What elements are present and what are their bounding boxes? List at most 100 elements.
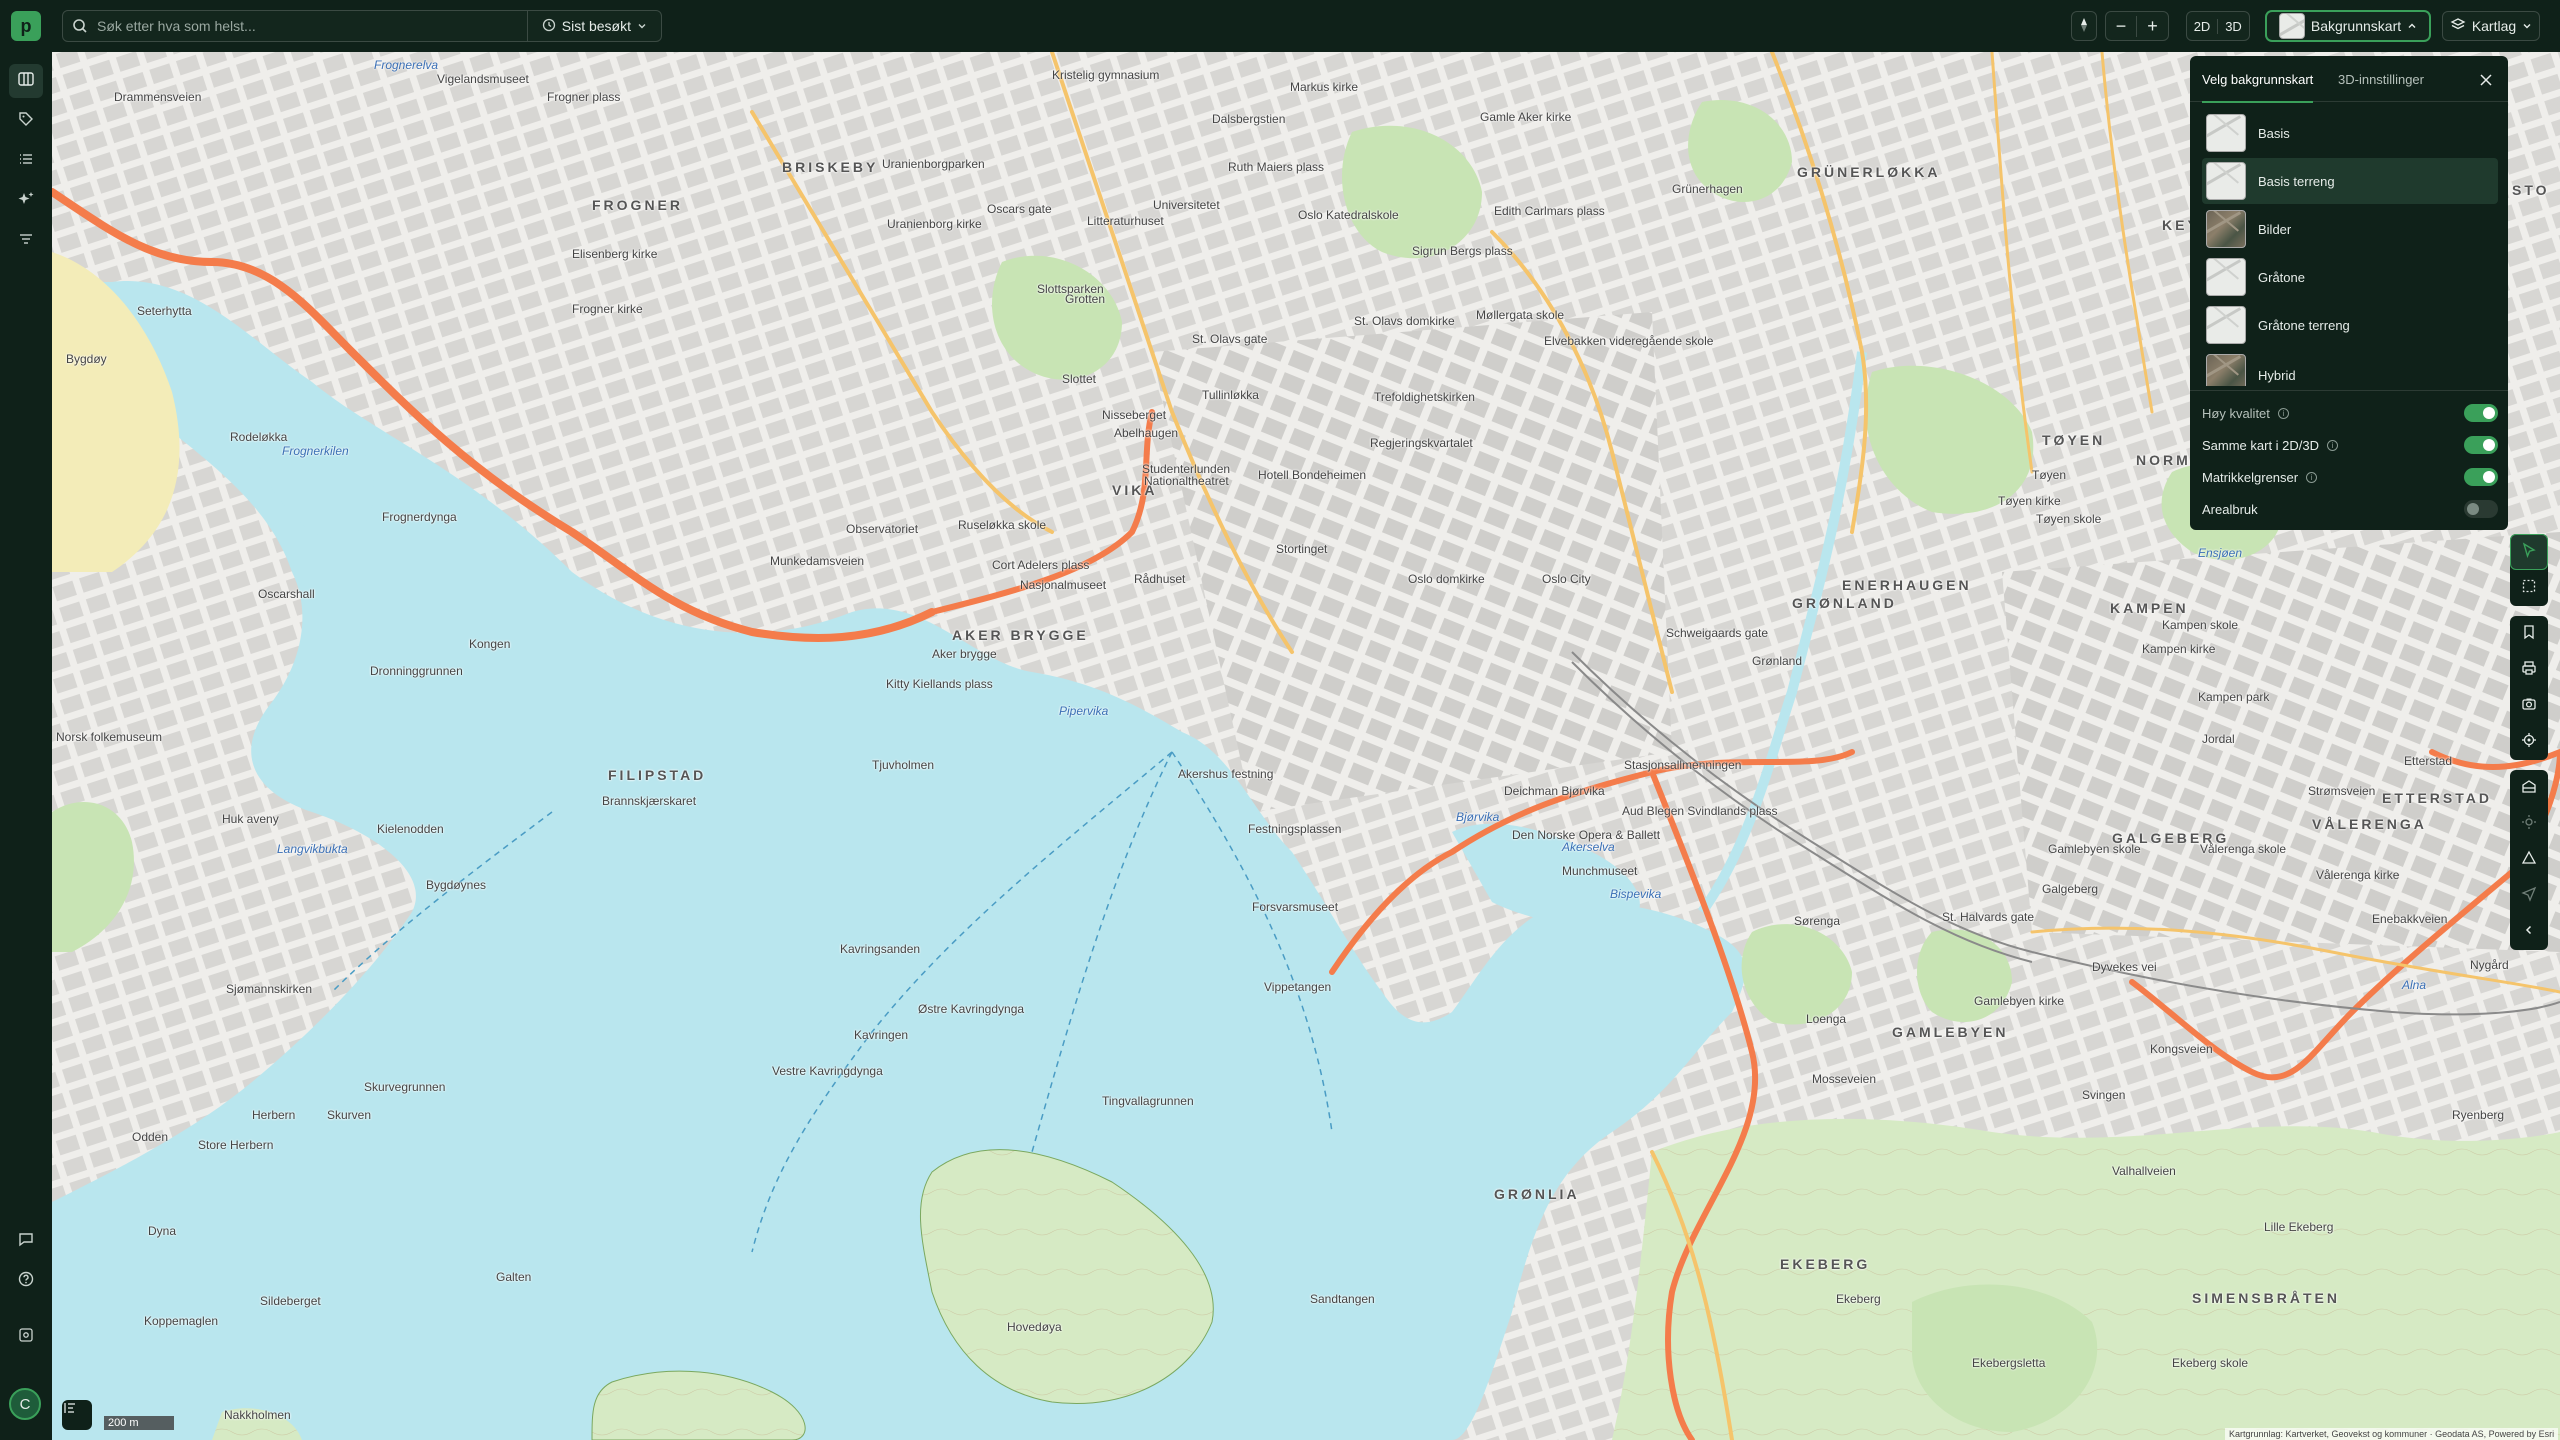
zoom-out-button[interactable]: − [2106, 15, 2138, 37]
place-label: Observatoriet [846, 522, 919, 536]
place-label: St. Olavs domkirke [1354, 314, 1455, 328]
print-button[interactable] [2510, 652, 2548, 688]
toggle-row-land-use: Arealbruk [2202, 495, 2498, 523]
cadastral-switch[interactable] [2464, 468, 2498, 486]
sidebar-tags-button[interactable] [9, 104, 43, 138]
tab-3d-settings[interactable]: 3D-innstillinger [2338, 72, 2424, 87]
place-label: Abelhaugen [1114, 426, 1179, 440]
building-tool-button[interactable] [2510, 770, 2548, 806]
sidebar-chat-button[interactable] [9, 1224, 43, 1258]
place-label: Lille Ekeberg [2264, 1220, 2334, 1234]
sun-tool-button[interactable] [2510, 806, 2548, 842]
sidebar-filter-button[interactable] [9, 224, 43, 258]
background-option-gratone-terreng[interactable]: Gråtone terreng [2202, 302, 2498, 348]
chevron-up-icon [2407, 18, 2417, 34]
filter-icon [17, 230, 35, 253]
district-label: ENERHAUGEN [1842, 577, 1972, 593]
my-location-button[interactable] [2510, 724, 2548, 760]
place-label: Gamle Aker kirke [1480, 110, 1572, 124]
place-label: Kristelig gymnasium [1052, 68, 1160, 82]
map-thumbnail [2206, 162, 2246, 200]
place-label: Vigelandsmuseet [437, 72, 529, 86]
place-label: Frogner kirke [572, 302, 643, 316]
place-label: Universitetet [1153, 198, 1220, 212]
chat-icon [17, 1230, 35, 1253]
search-icon [63, 18, 97, 34]
place-label: Østre Kavringdynga [918, 1002, 1025, 1016]
search-bar[interactable]: Sist besøkt [62, 10, 662, 42]
place-label: Norsk folkemuseum [56, 730, 163, 744]
sun-icon [2521, 814, 2537, 835]
place-label: Markus kirke [1290, 80, 1359, 94]
place-label: Drammensveien [114, 90, 202, 104]
view-3d-button[interactable]: 3D [2218, 19, 2249, 34]
zoom-in-button[interactable]: + [2137, 16, 2168, 37]
place-label: Vålerenga kirke [2316, 868, 2400, 882]
chevron-down-icon [637, 18, 647, 34]
screenshot-button[interactable] [2510, 688, 2548, 724]
search-input[interactable] [97, 11, 527, 41]
district-label: STO [2512, 182, 2550, 198]
background-option-gratone[interactable]: Gråtone [2202, 254, 2498, 300]
place-label: Nasjonalmuseet [1020, 578, 1107, 592]
collapse-tools-button[interactable] [2510, 914, 2548, 950]
map-legend-button[interactable] [62, 1400, 92, 1430]
location-target-icon [2521, 732, 2537, 753]
place-label: Skurvegrunnen [364, 1080, 446, 1094]
layers-icon [2450, 17, 2466, 36]
left-sidebar: C [0, 52, 52, 1440]
select-tool-button[interactable] [2510, 534, 2548, 570]
bookmark-button[interactable] [2510, 616, 2548, 652]
place-label: Frognerkilen [282, 444, 349, 458]
land-use-switch[interactable] [2464, 500, 2498, 518]
background-option-basis-terreng[interactable]: Basis terreng [2202, 158, 2498, 204]
district-label: NORM [2136, 452, 2191, 468]
bookmark-icon [2521, 624, 2537, 645]
compass-button[interactable] [2071, 11, 2097, 41]
sidebar-settings-button[interactable] [9, 1320, 43, 1354]
district-label: GRÜNERLØKKA [1797, 164, 1941, 180]
sidebar-list-button[interactable] [9, 144, 43, 178]
measure-tool-button[interactable] [2510, 842, 2548, 878]
recent-visited-dropdown[interactable]: Sist besøkt [526, 11, 661, 41]
info-icon[interactable]: i [2277, 407, 2289, 419]
place-label: Odden [132, 1130, 169, 1144]
district-label: GRØNLIA [1494, 1186, 1580, 1202]
same-map-switch[interactable] [2464, 436, 2498, 454]
selection-box-icon [2521, 578, 2537, 599]
place-label: Elvebakken videregående skole [1544, 334, 1714, 348]
close-icon[interactable] [2476, 70, 2496, 90]
high-quality-switch[interactable] [2464, 404, 2498, 422]
district-label: FILIPSTAD [608, 767, 707, 783]
panel-tabs: Velg bakgrunnskart 3D-innstillinger [2190, 56, 2508, 103]
place-label: Grotten [1065, 292, 1106, 306]
view-2d-button[interactable]: 2D [2187, 18, 2219, 34]
background-option-basis[interactable]: Basis [2202, 110, 2498, 156]
place-label: Festningsplassen [1248, 822, 1342, 836]
info-icon[interactable]: i [2327, 439, 2339, 451]
info-icon[interactable]: i [2306, 471, 2318, 483]
map-thumbnail [2206, 306, 2246, 344]
background-map-button[interactable]: Bakgrunnskart [2266, 11, 2430, 41]
area-select-tool-button[interactable] [2510, 570, 2548, 606]
place-label: Frogner plass [547, 90, 621, 104]
place-label: Kitty Kiellands plass [886, 677, 993, 691]
sidebar-help-button[interactable] [9, 1264, 43, 1298]
app-logo[interactable]: p [11, 11, 41, 41]
sidebar-map-panel-button[interactable] [9, 64, 43, 98]
background-option-hybrid[interactable]: Hybrid [2202, 350, 2498, 386]
place-label: Vestre Kavringdynga [772, 1064, 883, 1078]
map-thumbnail [2206, 114, 2246, 152]
sidebar-ai-button[interactable] [9, 184, 43, 218]
map-canvas[interactable]: FROGNER BRISKEBY GRÜNERLØKKA VIKA AKER B… [52, 52, 2560, 1440]
user-avatar[interactable]: C [9, 1388, 41, 1420]
place-label: Tøyen skole [2036, 512, 2102, 526]
right-tools-select [2510, 534, 2548, 606]
background-option-bilder[interactable]: Bilder [2202, 206, 2498, 252]
place-label: Uranienborgparken [882, 157, 985, 171]
navigate-tool-button[interactable] [2510, 878, 2548, 914]
map-options: Høy kvalitet i Samme kart i 2D/3D i Matr… [2190, 390, 2508, 518]
layers-button[interactable]: Kartlag [2442, 11, 2540, 41]
place-label: Alna [2402, 978, 2427, 992]
tab-background-maps[interactable]: Velg bakgrunnskart [2202, 72, 2314, 103]
